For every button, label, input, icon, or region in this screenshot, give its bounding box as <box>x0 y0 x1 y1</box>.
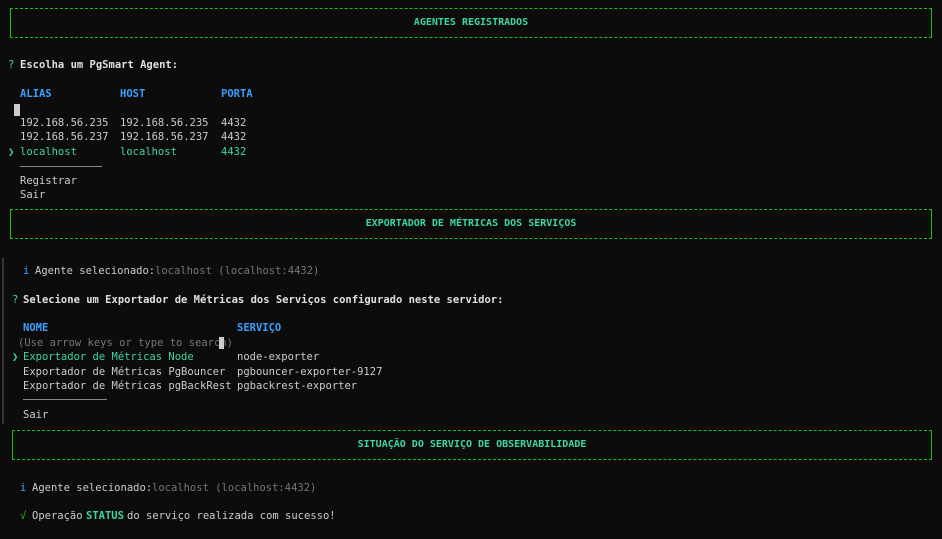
exporter-name: Exportador de Métricas Node <box>23 351 194 363</box>
info-icon: i <box>20 482 27 494</box>
column-header-host: HOST <box>120 88 146 100</box>
row-host: localhost <box>120 146 177 158</box>
result-keyword: STATUS <box>86 510 124 522</box>
question-mark-icon: ? <box>12 294 19 306</box>
row-host: 192.168.56.235 <box>120 117 209 129</box>
option-sair[interactable]: Sair <box>23 409 48 422</box>
info-label: Agente selecionado: <box>32 482 153 494</box>
exporter-question: Selecione um Exportador de Métricas dos … <box>23 294 504 306</box>
separator <box>20 166 102 167</box>
scroll-indicator <box>2 258 4 424</box>
info-icon: i <box>23 265 30 277</box>
section-title: EXPORTADOR DE MÉTRICAS DOS SERVIÇOS <box>365 218 577 229</box>
check-icon: √ <box>20 510 27 522</box>
option-sair[interactable]: Sair <box>20 189 45 202</box>
info-value: localhost (localhost:4432) <box>155 265 320 277</box>
exporter-name: Exportador de Métricas PgBouncer <box>23 366 226 378</box>
exporter-name: Exportador de Métricas pgBackRest <box>23 380 232 392</box>
row-port: 4432 <box>221 117 247 129</box>
terminal-cursor <box>14 104 20 116</box>
info-value: localhost (localhost:4432) <box>152 482 317 494</box>
section-banner-exporters: EXPORTADOR DE MÉTRICAS DOS SERVIÇOS <box>10 209 932 239</box>
separator <box>23 399 107 400</box>
exporter-service: node-exporter <box>237 351 320 363</box>
row-host: 192.168.56.237 <box>120 131 209 143</box>
pointer-icon: ❯ <box>8 146 15 158</box>
column-header-nome: NOME <box>23 322 49 334</box>
terminal-cursor <box>219 337 224 349</box>
column-header-port: PORTA <box>221 88 253 100</box>
option-registrar[interactable]: Registrar <box>20 175 77 188</box>
question-mark-icon: ? <box>8 59 15 71</box>
result-prefix: Operação <box>32 510 83 522</box>
pointer-icon: ❯ <box>12 351 19 363</box>
section-title: AGENTES REGISTRADOS <box>413 17 529 28</box>
exporter-service: pgbackrest-exporter <box>237 380 358 392</box>
row-alias: localhost <box>20 146 77 158</box>
section-banner-status: SITUAÇÃO DO SERVIÇO DE OBSERVABILIDADE <box>12 430 932 460</box>
row-port: 4432 <box>221 131 247 143</box>
column-header-servico: SERVIÇO <box>237 322 282 334</box>
agent-question: Escolha um PgSmart Agent: <box>20 59 179 71</box>
row-port: 4432 <box>221 146 247 158</box>
column-header-alias: ALIAS <box>20 88 52 100</box>
section-banner-agents: AGENTES REGISTRADOS <box>10 8 932 38</box>
exporter-service: pgbouncer-exporter-9127 <box>237 366 383 378</box>
info-label: Agente selecionado: <box>35 265 156 277</box>
row-alias: 192.168.56.237 <box>20 131 109 143</box>
section-title: SITUAÇÃO DO SERVIÇO DE OBSERVABILIDADE <box>357 439 587 450</box>
result-suffix: do serviço realizada com sucesso! <box>127 510 336 522</box>
row-alias: 192.168.56.235 <box>20 117 109 129</box>
search-hint[interactable]: (Use arrow keys or type to search) <box>18 337 233 350</box>
